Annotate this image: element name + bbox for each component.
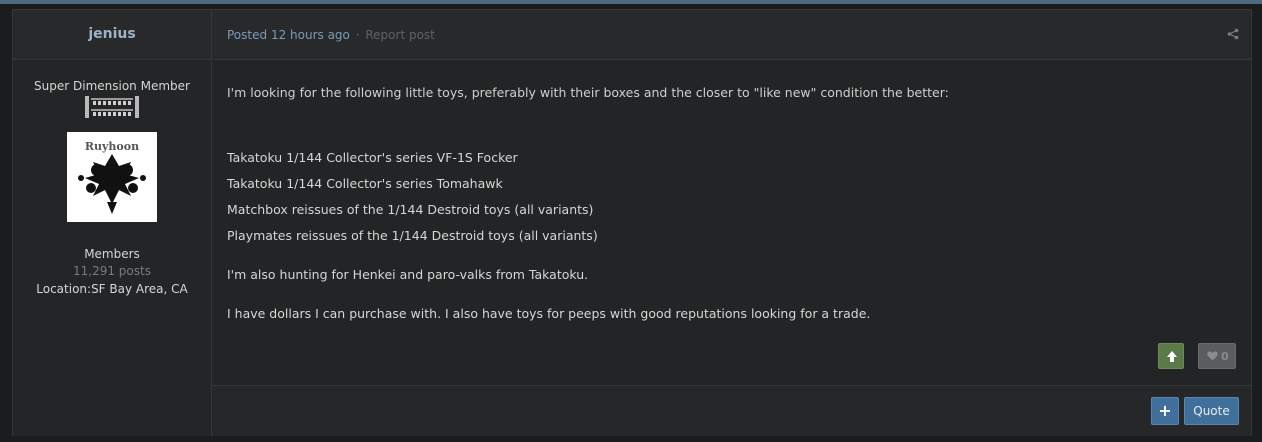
post-closing: I have dollars I can purchase with. I al… bbox=[227, 306, 871, 321]
posted-meta: Posted 12 hours ago · Report post bbox=[227, 28, 435, 42]
wanted-item: Takatoku 1/144 Collector's series VF-1S … bbox=[227, 150, 518, 165]
post-intro: I'm looking for the following little toy… bbox=[227, 85, 949, 100]
avatar-image: Ruyhoon bbox=[67, 132, 157, 222]
avatar-logo-text: Ruyhoon bbox=[85, 140, 139, 153]
forum-post: jenius Posted 12 hours ago · Report post… bbox=[12, 9, 1252, 436]
location-value: SF Bay Area, CA bbox=[91, 282, 188, 296]
arrow-up-icon bbox=[1167, 351, 1177, 362]
avatar[interactable]: Ruyhoon bbox=[67, 132, 157, 222]
upvote-button[interactable] bbox=[1158, 343, 1184, 369]
wanted-item: Matchbox reissues of the 1/144 Destroid … bbox=[227, 202, 594, 217]
author-name-link[interactable]: jenius bbox=[13, 26, 211, 42]
wanted-item: Playmates reissues of the 1/144 Destroid… bbox=[227, 228, 598, 243]
quote-button[interactable]: Quote bbox=[1184, 397, 1239, 425]
post-count: 11,291 posts bbox=[73, 264, 151, 278]
heart-icon bbox=[1207, 351, 1218, 361]
report-post-link[interactable]: Report post bbox=[365, 28, 435, 42]
post-header: jenius Posted 12 hours ago · Report post bbox=[13, 10, 1251, 60]
share-icon[interactable] bbox=[1227, 28, 1239, 40]
wanted-item: Takatoku 1/144 Collector's series Tomaha… bbox=[227, 176, 503, 191]
header-divider bbox=[211, 10, 212, 60]
author-panel: Super Dimension Member Ruyhoon Members 1… bbox=[13, 61, 212, 436]
author-location: Location:SF Bay Area, CA bbox=[13, 282, 211, 296]
post-also-hunting: I'm also hunting for Henkei and paro-val… bbox=[227, 267, 589, 282]
member-group: Members bbox=[84, 247, 140, 261]
location-label: Location: bbox=[36, 282, 92, 296]
top-accent-bar bbox=[0, 0, 1262, 4]
rank-title: Super Dimension Member bbox=[34, 79, 190, 93]
post-footer: + Quote bbox=[212, 385, 1251, 436]
reputation-count: 0 bbox=[1198, 343, 1236, 369]
multiquote-button[interactable]: + bbox=[1151, 397, 1179, 425]
posted-prefix: Posted bbox=[227, 28, 268, 42]
rank-pips-icon bbox=[85, 96, 139, 118]
meta-separator: · bbox=[355, 28, 360, 42]
reputation-number: 0 bbox=[1221, 350, 1229, 363]
posted-time-link[interactable]: 12 hours ago bbox=[271, 28, 350, 42]
